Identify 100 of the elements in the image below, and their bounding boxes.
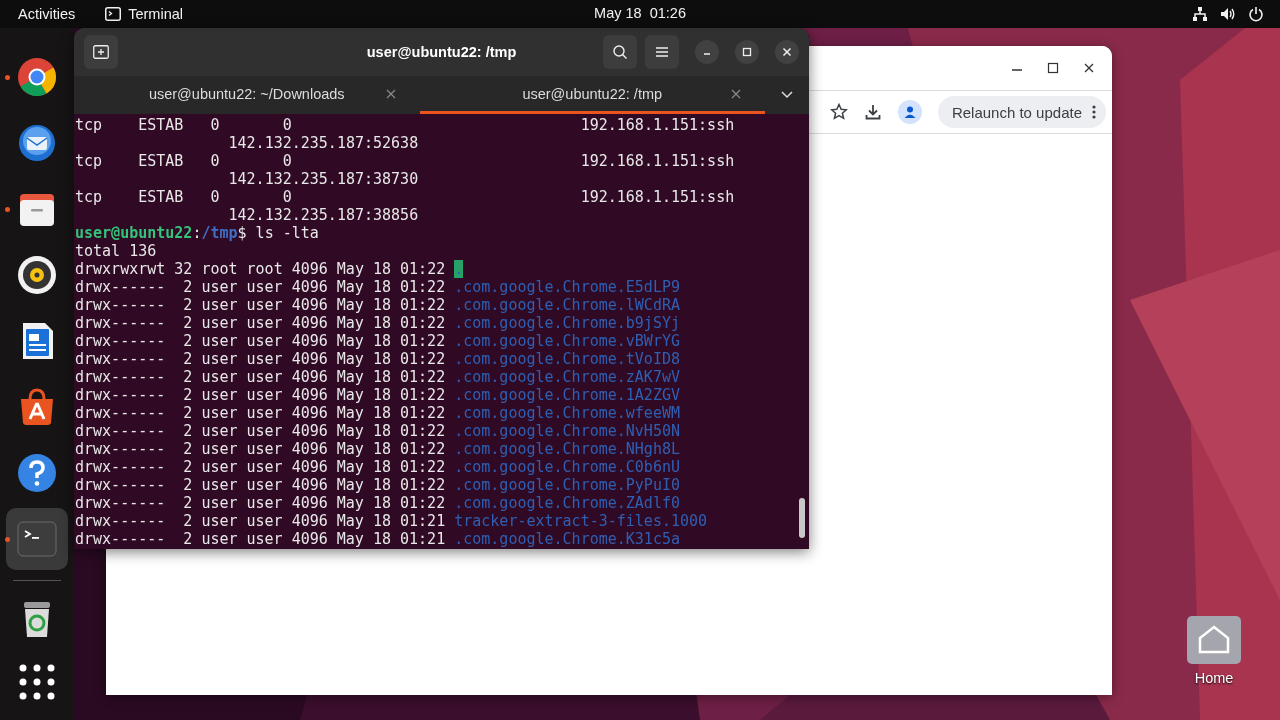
close-icon[interactable]: [782, 47, 792, 57]
file-date: May 18 01:22: [336, 368, 446, 386]
link-count: 2: [182, 422, 193, 440]
person-icon[interactable]: [902, 105, 917, 119]
file-size: 4096: [291, 512, 328, 530]
menu-icon[interactable]: [655, 46, 669, 58]
network-icon[interactable]: [1192, 6, 1208, 22]
file-date: May 18 01:22: [336, 278, 446, 296]
music-icon[interactable]: [15, 253, 59, 297]
file-mode: drwx------: [75, 422, 166, 440]
terminal-icon: [105, 7, 122, 21]
file-owner: user: [201, 476, 238, 494]
download-icon[interactable]: [863, 103, 882, 121]
peer-address: 142.132.235.187:52638: [228, 134, 419, 152]
profile-button[interactable]: [897, 100, 922, 124]
file-name: .com.google.Chrome.zAK7wV: [454, 368, 680, 386]
file-date: May 18 01:22: [336, 404, 446, 422]
file-group: user: [246, 476, 283, 494]
local-address: 192.168.1.151:ssh: [580, 152, 735, 170]
file-mode: drwx------: [75, 296, 166, 314]
new-tab-button[interactable]: [84, 35, 118, 69]
new-tab-icon[interactable]: [93, 45, 109, 59]
terminal-tab[interactable]: user@ubuntu22: /tmp: [419, 76, 765, 114]
file-size: 4096: [291, 314, 328, 332]
power-icon[interactable]: [1248, 6, 1264, 22]
file-date: May 18 01:22: [336, 314, 446, 332]
maximize-icon[interactable]: [1046, 61, 1060, 75]
menu-button[interactable]: [645, 35, 679, 69]
file-mode: drwx------: [75, 494, 166, 512]
file-group: user: [246, 422, 283, 440]
relaunch-button[interactable]: Relaunch to update: [937, 96, 1106, 128]
file-name: tracker-extract-3-files.1000: [454, 512, 708, 530]
home-label[interactable]: Home: [1194, 670, 1234, 686]
file-owner: user: [201, 278, 238, 296]
file-name: .com.google.Chrome.1A2ZGV: [454, 386, 680, 404]
close-tab-icon[interactable]: [385, 88, 396, 99]
terminal-tab[interactable]: user@ubuntu22: ~/Downloads: [74, 76, 420, 114]
file-owner: user: [201, 314, 238, 332]
app-menu[interactable]: Terminal: [128, 6, 183, 22]
file-name: .com.google.Chrome.C0b6nU: [454, 458, 680, 476]
file-date: May 18 01:22: [336, 350, 446, 368]
file-mode: drwx------: [75, 512, 166, 530]
file-owner: user: [201, 332, 238, 350]
file-owner: user: [201, 368, 238, 386]
file-size: 4096: [291, 332, 328, 350]
close-tab-icon[interactable]: [731, 88, 741, 99]
file-group: user: [246, 494, 283, 512]
close-button[interactable]: [775, 40, 799, 64]
link-count: 2: [182, 476, 193, 494]
link-count: 2: [182, 530, 193, 548]
more-icon[interactable]: [1092, 104, 1096, 120]
file-mode: drwxrwxrwt: [75, 260, 166, 278]
star-icon[interactable]: [829, 103, 848, 121]
file-group: user: [246, 404, 283, 422]
local-address: 192.168.1.151:ssh: [580, 116, 735, 134]
file-group: user: [246, 296, 283, 314]
close-icon[interactable]: [1082, 61, 1096, 75]
search-icon[interactable]: [612, 44, 628, 60]
file-owner: user: [201, 458, 238, 476]
file-mode: drwx------: [75, 368, 166, 386]
clock[interactable]: May 18 01:26: [594, 5, 686, 21]
netid-text: tcp: [75, 152, 104, 170]
file-mode: drwx------: [75, 530, 166, 548]
minimize-button[interactable]: [695, 40, 719, 64]
command-text: $ ls -lta: [237, 224, 319, 242]
help-icon[interactable]: [15, 451, 59, 495]
peer-address: 142.132.235.187:38856: [228, 206, 419, 224]
file-name: .com.google.Chrome.NvH50N: [454, 422, 680, 440]
file-size: 4096: [291, 350, 328, 368]
file-date: May 18 01:22: [336, 458, 446, 476]
maximize-button[interactable]: [735, 40, 759, 64]
link-count: 2: [182, 458, 193, 476]
state-text: ESTAB: [138, 188, 185, 206]
chevron-down-icon[interactable]: [781, 91, 793, 99]
file-group: user: [246, 332, 283, 350]
file-date: May 18 01:22: [336, 296, 446, 314]
file-date: May 18 01:22: [336, 440, 446, 458]
chrome-icon[interactable]: [15, 55, 59, 99]
file-name: .com.google.Chrome.E5dLP9: [454, 278, 680, 296]
file-group: user: [246, 440, 283, 458]
file-mode: drwx------: [75, 278, 166, 296]
scrollbar[interactable]: [799, 498, 805, 538]
file-size: 4096: [291, 296, 328, 314]
file-mode: drwx------: [75, 386, 166, 404]
file-mode: drwx------: [75, 332, 166, 350]
home-folder-icon[interactable]: [1185, 614, 1243, 666]
queue-text: 0: [210, 152, 221, 170]
file-group: user: [246, 512, 283, 530]
file-mode: drwx------: [75, 350, 166, 368]
file-size: 4096: [291, 260, 328, 278]
file-name: .: [454, 260, 464, 278]
file-name: .com.google.Chrome.vBWrYG: [454, 332, 680, 350]
total-text: total 136: [75, 242, 157, 260]
search-button[interactable]: [603, 35, 637, 69]
link-count: 2: [182, 350, 193, 368]
link-count: 2: [182, 386, 193, 404]
activities-button[interactable]: Activities: [18, 6, 76, 22]
file-name: .com.google.Chrome.NHgh8L: [454, 440, 680, 458]
volume-icon[interactable]: [1220, 6, 1236, 22]
file-size: 4096: [291, 422, 328, 440]
